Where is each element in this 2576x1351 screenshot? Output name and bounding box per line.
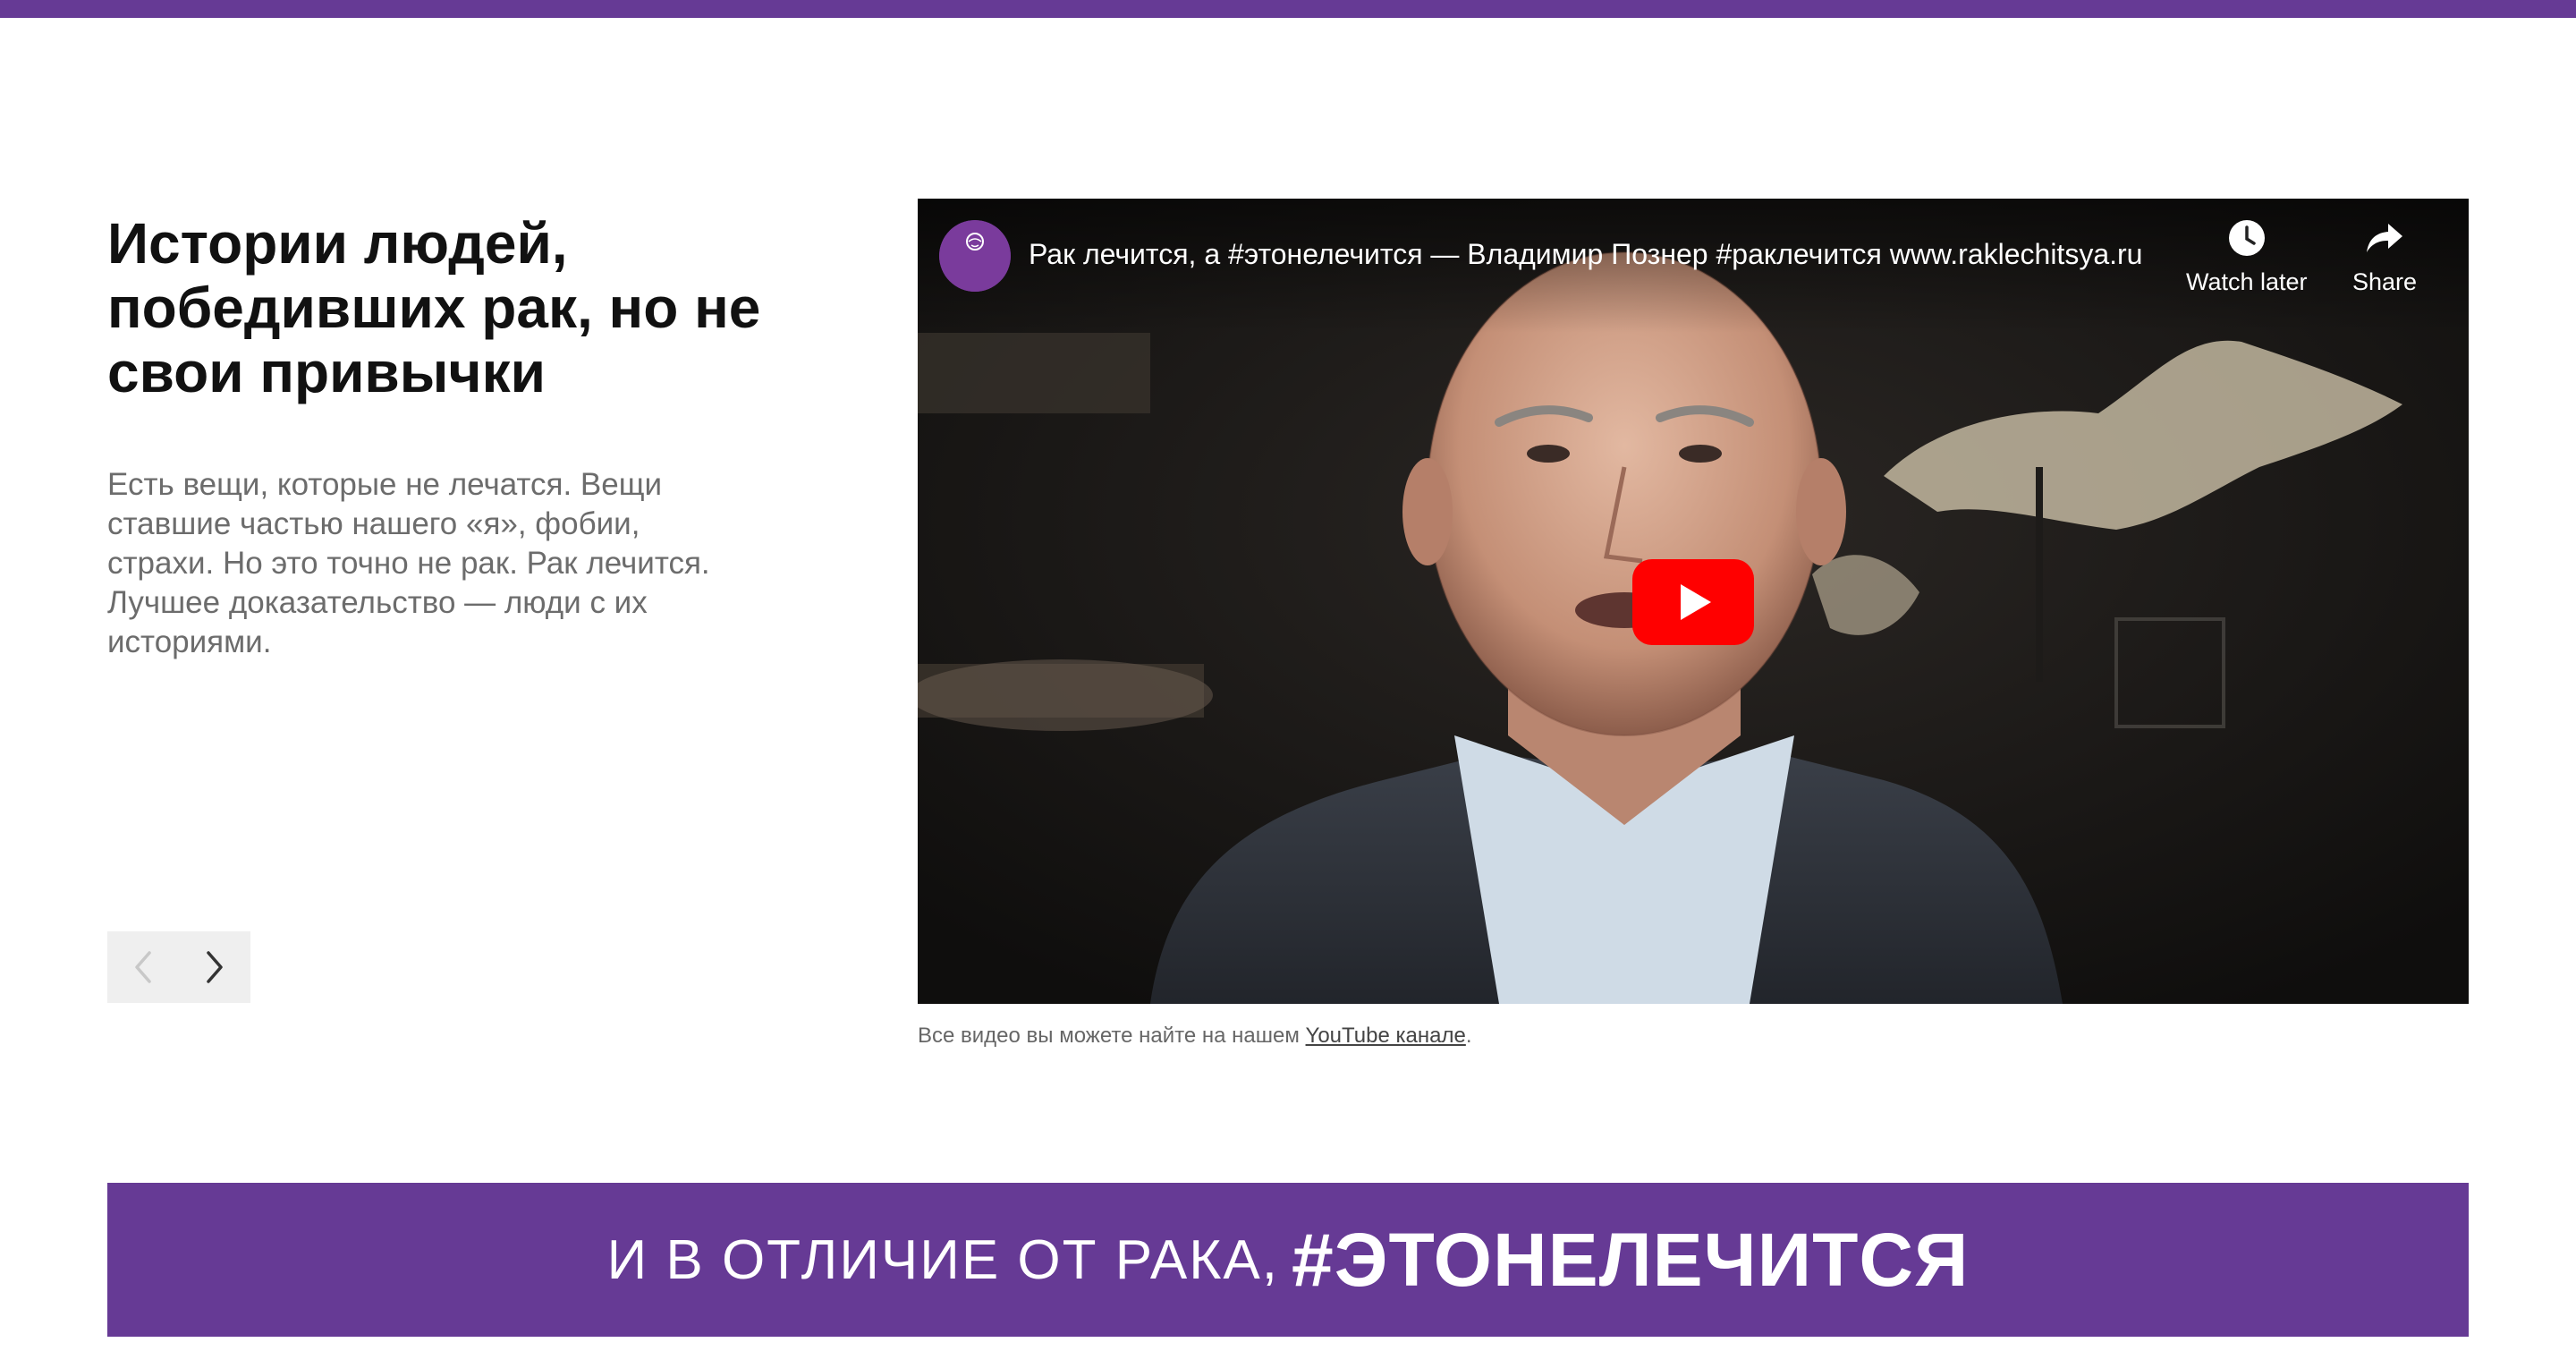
hashtag-banner: И В ОТЛИЧИЕ ОТ РАКА, #ЭТОНЕЛЕЧИТСЯ <box>107 1183 2469 1337</box>
top-accent-bar <box>0 0 2576 18</box>
video-title[interactable]: Рак лечится, а #этонелечится — Владимир … <box>1029 234 2182 274</box>
slider-prev-button[interactable] <box>107 931 179 1003</box>
banner-lead-text: И В ОТЛИЧИЕ ОТ РАКА, <box>606 1228 1279 1291</box>
slider-next-button[interactable] <box>179 931 250 1003</box>
caption-text: Все видео вы можете найте на нашем <box>918 1024 1306 1048</box>
section-description: Есть вещи, которые не лечатся. Вещи став… <box>107 467 710 659</box>
fund-logo-icon <box>939 220 1011 292</box>
watch-later-button[interactable]: Watch later <box>2186 218 2308 296</box>
caption-suffix: . <box>1465 1024 1472 1048</box>
share-arrow-icon <box>2367 224 2403 252</box>
section-title: Истории людей, победивших рак, но не сво… <box>107 211 761 404</box>
youtube-channel-link[interactable]: YouTube канале <box>1306 1024 1466 1048</box>
watch-later-label: Watch later <box>2186 268 2308 295</box>
chevron-left-icon <box>135 951 151 983</box>
video-caption: Все видео вы можете найте на нашем YouTu… <box>918 1024 1472 1049</box>
youtube-play-icon[interactable] <box>1632 559 1754 645</box>
channel-avatar[interactable] <box>939 220 1011 292</box>
share-label: Share <box>2352 268 2418 295</box>
share-button[interactable]: Share <box>2352 218 2417 296</box>
chevron-right-icon <box>207 951 223 983</box>
clock-icon <box>2228 220 2265 256</box>
slider-navigation <box>107 931 250 1003</box>
banner-hashtag: #ЭТОНЕЛЕЧИТСЯ <box>1291 1217 1970 1302</box>
youtube-video-embed[interactable]: Рак лечится, а #этонелечится — Владимир … <box>918 199 2469 1004</box>
